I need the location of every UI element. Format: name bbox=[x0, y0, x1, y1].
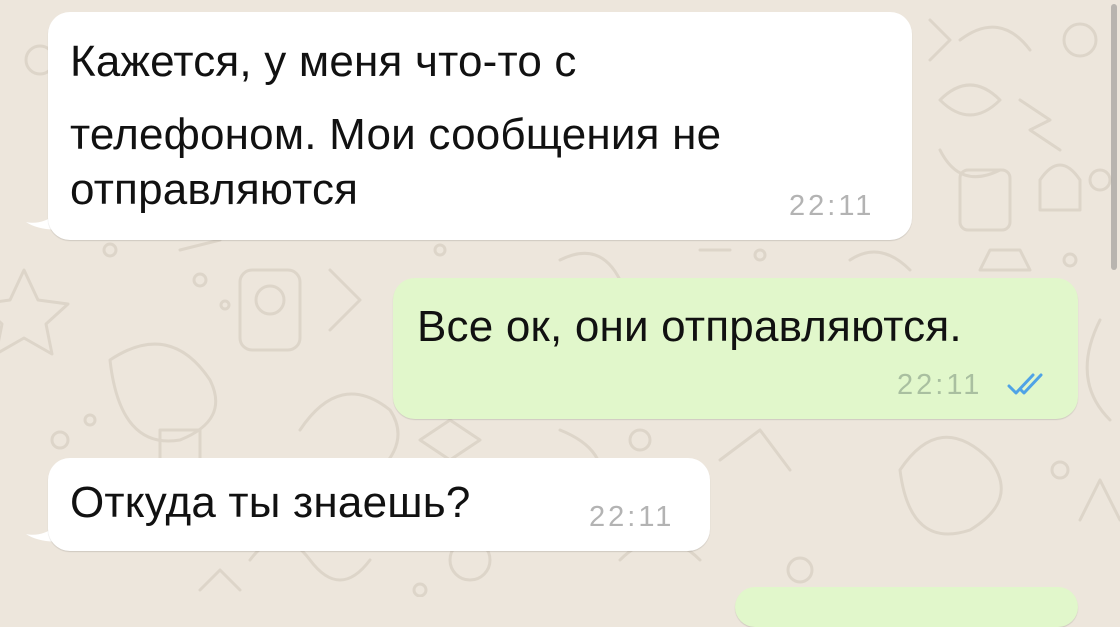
message-bubble-outgoing[interactable]: Все ок, они отправляются. 22:11 bbox=[393, 278, 1078, 419]
message-bubble-incoming[interactable]: Кажется, у меня что-то с телефоном. Мои … bbox=[48, 12, 912, 240]
message-text-line: Кажется, у меня что-то с bbox=[70, 37, 577, 86]
message-timestamp: 22:11 bbox=[789, 190, 875, 222]
message-text-line: Откуда ты знаешь? bbox=[70, 478, 471, 527]
message-text-line: телефоном. Мои сообщения не bbox=[70, 110, 722, 159]
scroll-indicator[interactable] bbox=[1111, 4, 1117, 270]
message-bubble-incoming[interactable]: Откуда ты знаешь? 22:11 bbox=[48, 458, 710, 551]
message-bubble-outgoing-partial[interactable] bbox=[735, 587, 1078, 627]
double-check-read-icon bbox=[1007, 373, 1043, 395]
message-text-line: Все ок, они отправляются. bbox=[417, 302, 962, 351]
message-text-line: отправляются bbox=[70, 165, 359, 214]
message-timestamp: 22:11 bbox=[897, 369, 983, 401]
message-timestamp: 22:11 bbox=[589, 501, 675, 533]
